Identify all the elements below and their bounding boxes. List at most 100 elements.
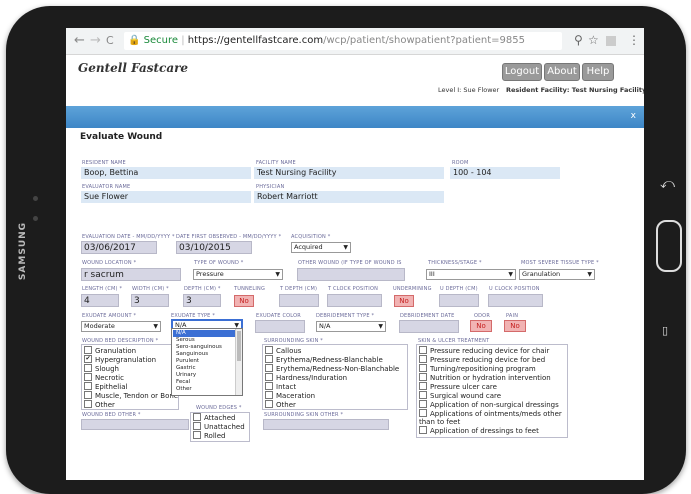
wound-bed-option[interactable]: Necrotic [84, 373, 124, 382]
browser-toolbar: ← → C 🔒 Secure | https://gentellfastcare… [66, 28, 644, 55]
wound-bed-option[interactable]: Granulation [84, 346, 136, 355]
recent-apps-icon[interactable]: ▯ [662, 324, 668, 337]
surrounding-skin-option[interactable]: Erythema/Redness-Blanchable [265, 355, 383, 364]
help-button[interactable]: Help [582, 63, 614, 81]
width-input[interactable]: 3 [131, 294, 169, 307]
treatment-option[interactable]: Applications of ointments/meds other [419, 409, 562, 418]
wound-bed-option[interactable]: Muscle, Tendon or Bone [84, 391, 178, 400]
surrounding-skin-option[interactable]: Intact [265, 382, 296, 391]
address-bar[interactable]: 🔒 Secure | https://gentellfastcare.com/w… [124, 32, 562, 50]
debridement-date-input[interactable] [399, 320, 459, 333]
tablet-frame: SAMSUNG ⤺ ▯ ← → C 🔒 Secure | https://gen… [6, 6, 686, 494]
logout-button[interactable]: Logout [502, 63, 542, 81]
treatment-option[interactable]: Pressure reducing device for chair [419, 346, 549, 355]
app-header: Gentell Fastcare Logout About Help Level… [66, 55, 644, 107]
evaluation-date-input[interactable]: 03/06/2017 [81, 241, 157, 254]
acquisition-select[interactable]: Acquired ▼ [291, 242, 351, 253]
depth-input[interactable]: 3 [183, 294, 221, 307]
reload-icon[interactable]: C [106, 34, 114, 47]
treatment-option[interactable]: Surgical wound care [419, 391, 501, 400]
surrounding-skin-option[interactable]: Other [265, 400, 296, 409]
dropdown-option[interactable]: Fecal [173, 379, 237, 386]
odor-toggle[interactable]: No [470, 320, 492, 332]
url-path: /wcp/patient/showpatient?patient=9855 [323, 35, 525, 46]
wound-type-select[interactable]: Pressure ▼ [193, 269, 283, 280]
dropdown-option[interactable]: Sero-sanguinous [173, 344, 237, 351]
forward-arrow-icon[interactable]: → [90, 33, 101, 48]
thickness-label: Thickness/Stage * [428, 260, 482, 266]
home-button[interactable] [656, 220, 682, 272]
dropdown-option[interactable]: Purulent [173, 358, 237, 365]
tunneling-depth-input[interactable] [279, 294, 319, 307]
dropdown-option[interactable]: N/A [173, 330, 237, 337]
undermining-toggle[interactable]: No [394, 295, 414, 307]
treatment-option[interactable]: Application of non-surgical dressings [419, 400, 559, 409]
surrounding-skin-option[interactable]: Hardness/Induration [265, 373, 347, 382]
checkbox-icon [419, 391, 427, 399]
dropdown-option[interactable]: Urinary [173, 372, 237, 379]
surrounding-skin-option[interactable]: Callous [265, 346, 301, 355]
surrounding-skin-option[interactable]: Erythema/Redness-Non-Blanchable [265, 364, 399, 373]
exudate-type-dropdown[interactable]: N/A Serous Sero-sanguinous Sanguinous Pu… [171, 328, 243, 396]
wound-location-input[interactable]: r sacrum [81, 268, 181, 281]
debridement-type-select[interactable]: N/A ▼ [316, 321, 386, 332]
checkbox-icon [193, 422, 201, 430]
wound-bed-option[interactable]: ✔ Hypergranulation [84, 355, 156, 364]
wound-edge-option[interactable]: Unattached [193, 422, 245, 431]
tunneling-clock-input[interactable] [327, 294, 382, 307]
undermining-clock-input[interactable] [488, 294, 543, 307]
tissue-type-select[interactable]: Granulation ▼ [519, 269, 595, 280]
checkbox-icon [419, 364, 427, 372]
star-icon[interactable]: ☆ [588, 33, 599, 47]
length-input[interactable]: 4 [81, 294, 119, 307]
tunneling-toggle[interactable]: No [234, 295, 254, 307]
surrounding-other-input[interactable] [263, 419, 389, 430]
treatment-option[interactable]: Application of dressings to feet [419, 426, 539, 435]
exudate-color-input[interactable] [255, 320, 305, 333]
first-observed-label: Date First Observed - mm/dd/yyyy * [176, 234, 282, 240]
checkbox-icon [265, 382, 273, 390]
wound-location-label: Wound location * [82, 260, 137, 266]
wound-bed-option[interactable]: Other [84, 400, 115, 409]
wound-edge-option[interactable]: Attached [193, 413, 235, 422]
tunneling-label: Tunneling [234, 286, 266, 292]
other-wound-input[interactable] [297, 268, 405, 281]
back-key-icon[interactable]: ⤺ [660, 176, 675, 192]
checkbox-icon [193, 413, 201, 421]
treatment-option[interactable]: Turning/repositioning program [419, 364, 536, 373]
search-icon[interactable]: ⚲ [574, 33, 583, 47]
undermining-depth-input[interactable] [439, 294, 479, 307]
resident-name: Boop, Bettina [81, 167, 251, 179]
checkbox-icon [84, 364, 92, 372]
wound-bed-option[interactable]: Slough [84, 364, 119, 373]
surrounding-skin-option[interactable]: Maceration [265, 391, 315, 400]
extension-icon[interactable] [606, 36, 616, 46]
dropdown-option[interactable]: Sanguinous [173, 351, 237, 358]
resident-facility: Resident Facility: Test Nursing Facility [506, 86, 644, 94]
checkbox-icon [419, 355, 427, 363]
scroll-thumb[interactable] [237, 331, 241, 361]
menu-icon[interactable]: ⋮ [628, 33, 640, 47]
debridement-type-label: Debridement Type * [316, 313, 375, 319]
undermining-depth-label: U Depth (cm) [440, 286, 478, 292]
close-icon[interactable]: x [631, 111, 636, 121]
dropdown-option[interactable]: Serous [173, 337, 237, 344]
first-observed-input[interactable]: 03/10/2015 [176, 241, 252, 254]
exudate-amount-select[interactable]: Moderate ▼ [81, 321, 161, 332]
about-button[interactable]: About [544, 63, 580, 81]
wound-bed-option[interactable]: Epithelial [84, 382, 127, 391]
dropdown-scrollbar[interactable] [235, 329, 242, 395]
treatment-option[interactable]: Pressure ulcer care [419, 382, 497, 391]
treatment-option[interactable]: Pressure reducing device for bed [419, 355, 545, 364]
wound-bed-other-input[interactable] [81, 419, 189, 430]
thickness-select[interactable]: III ▼ [426, 269, 516, 280]
checkbox-icon [265, 346, 273, 354]
pain-toggle[interactable]: No [504, 320, 526, 332]
checkbox-icon [419, 346, 427, 354]
back-arrow-icon[interactable]: ← [74, 33, 85, 48]
exudate-color-label: Exudate Color [256, 313, 301, 319]
treatment-option[interactable]: Nutrition or hydration intervention [419, 373, 551, 382]
wound-edge-option[interactable]: Rolled [193, 431, 225, 440]
dropdown-option[interactable]: Gastric [173, 365, 237, 372]
dropdown-option[interactable]: Other [173, 386, 237, 393]
